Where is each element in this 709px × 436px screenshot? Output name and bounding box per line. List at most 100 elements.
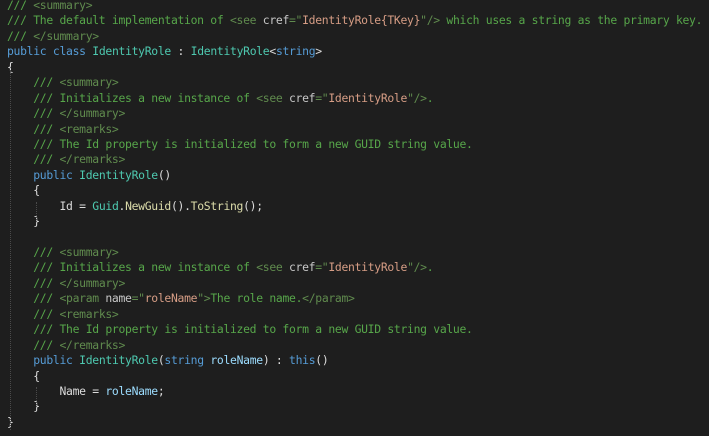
code-token-punct: > — [315, 44, 322, 59]
code-line[interactable]: } — [7, 214, 709, 229]
code-token-attr: cref — [289, 260, 316, 275]
code-token-comment: . — [426, 260, 434, 275]
code-text-area[interactable]: /// <summary>/// The default implementat… — [7, 0, 709, 430]
code-line[interactable]: /// </summary> — [7, 276, 709, 291]
code-line[interactable]: { — [7, 183, 709, 198]
code-token-type: Guid — [92, 198, 119, 213]
code-token-xmltag: =" — [289, 13, 303, 28]
code-token-comment: /// — [33, 152, 60, 167]
code-token-comment: /// — [33, 306, 60, 321]
code-token-comment: /// The default implementation of — [7, 13, 230, 28]
code-token-method: NewGuid — [125, 198, 171, 213]
code-line[interactable]: { — [7, 60, 709, 75]
code-token-attr: name — [105, 291, 132, 306]
code-token-param: roleName — [210, 353, 263, 368]
code-token-keyword: public — [33, 353, 73, 368]
code-token-type: IdentityRole — [79, 353, 158, 368]
code-token-attr: cref — [289, 90, 316, 105]
code-token-comment: /// — [33, 121, 60, 136]
code-token-comment: /// — [33, 245, 60, 259]
code-token-xmltag: <remarks> — [59, 121, 119, 136]
code-token-comment: /// The Id property is initialized to fo… — [33, 136, 473, 151]
code-token-xmltag: </summary> — [59, 275, 126, 290]
code-line[interactable]: /// </remarks> — [7, 338, 709, 353]
code-token-punct: { — [33, 368, 40, 383]
code-token-attrval: IdentityRole — [328, 260, 408, 275]
code-token-xmltag: </summary> — [59, 106, 126, 121]
code-line[interactable]: /// <remarks> — [7, 307, 709, 322]
code-token-type: IdentityRole — [79, 167, 158, 182]
code-line[interactable]: /// <summary> — [7, 0, 709, 13]
code-token-xmltag: "/> — [407, 90, 427, 105]
code-token-xmltag: "/> — [407, 260, 427, 275]
code-token-comment: which uses a string as the primary key. — [439, 13, 703, 28]
code-token-punct: () — [315, 353, 329, 368]
code-token-comment: /// Initializes a new instance of — [33, 260, 257, 275]
code-line[interactable]: /// The Id property is initialized to fo… — [7, 137, 709, 152]
code-line[interactable]: { — [7, 369, 709, 384]
code-line[interactable]: public IdentityRole() — [7, 168, 709, 183]
code-token-xmltag: <summary> — [59, 245, 119, 259]
code-editor[interactable]: /// <summary>/// The default implementat… — [0, 0, 709, 436]
code-line[interactable]: } — [7, 399, 709, 414]
code-token-keyword: string — [275, 44, 316, 59]
code-token-comment: . — [426, 90, 434, 105]
code-token-xmltag: <summary> — [33, 0, 93, 12]
indent-guide-ctor1-body — [36, 202, 37, 220]
code-line[interactable]: /// </remarks> — [7, 152, 709, 167]
code-token-comment: /// Initializes a new instance of — [33, 90, 257, 105]
code-token-comment: /// — [33, 337, 60, 352]
code-token-xmltag: <see — [256, 260, 289, 275]
code-token-xmltag: <see — [256, 90, 289, 105]
code-line[interactable]: public class IdentityRole : IdentityRole… — [7, 44, 709, 59]
code-line[interactable]: /// Initializes a new instance of <see c… — [7, 260, 709, 275]
code-token-punct: { — [33, 183, 40, 198]
code-token-comment: /// — [7, 0, 34, 12]
code-token-xmltag: </param> — [302, 291, 355, 306]
code-token-punct: ; — [157, 383, 165, 398]
code-token-comment: The role name. — [210, 291, 303, 306]
code-token-plain: : — [170, 44, 191, 59]
code-line[interactable]: /// <param name="roleName">The role name… — [7, 291, 709, 306]
code-line[interactable]: Id = Guid.NewGuid().ToString(); — [7, 199, 709, 214]
code-line[interactable]: /// <summary> — [7, 75, 709, 90]
code-token-keyword: this — [289, 353, 316, 368]
code-token-punct: ) : — [262, 353, 290, 368]
code-token-type: IdentityRole — [92, 44, 171, 59]
code-token-comment: /// — [33, 75, 60, 90]
code-token-comment: /// — [7, 28, 34, 43]
code-line[interactable]: /// Initializes a new instance of <see c… — [7, 91, 709, 106]
code-token-method: ToString — [190, 198, 244, 213]
code-token-plain: Id = — [7, 198, 93, 213]
code-token-attrval: roleName — [144, 291, 198, 306]
code-token-param: roleName — [105, 383, 158, 398]
code-token-xmltag: </remarks> — [59, 152, 126, 167]
code-line[interactable]: public IdentityRole(string roleName) : t… — [7, 353, 709, 368]
code-token-xmltag: "/> — [420, 13, 440, 28]
indent-guide-class-body — [10, 70, 11, 430]
code-token-xmltag: </remarks> — [59, 337, 126, 352]
code-token-attrval: IdentityRole — [328, 90, 408, 105]
code-line[interactable]: /// </summary> — [7, 106, 709, 121]
indent-guide-ctor2-body — [36, 387, 37, 405]
code-token-type: IdentityRole — [190, 44, 270, 59]
code-line[interactable]: /// <remarks> — [7, 122, 709, 137]
code-line[interactable] — [7, 230, 709, 245]
code-line[interactable]: /// </summary> — [7, 29, 709, 44]
code-line[interactable]: /// The default implementation of <see c… — [7, 13, 709, 28]
code-line[interactable]: /// The Id property is initialized to fo… — [7, 322, 709, 337]
code-token-xmltag: </summary> — [33, 28, 99, 43]
code-token-xmltag: <see — [229, 13, 263, 28]
code-token-xmltag: "> — [197, 291, 211, 306]
code-token-punct: (); — [243, 198, 263, 213]
code-token-keyword: class — [52, 44, 86, 59]
code-token-attr: cref — [262, 13, 290, 28]
code-line[interactable]: /// <summary> — [7, 245, 709, 260]
code-line[interactable]: Name = roleName; — [7, 384, 709, 399]
code-token-xmltag: <summary> — [59, 75, 119, 90]
code-token-keyword: string — [164, 353, 204, 368]
code-token-comment: /// The Id property is initialized to fo… — [33, 322, 473, 337]
code-token-xmltag: <remarks> — [59, 306, 119, 321]
code-line[interactable]: } — [7, 415, 709, 430]
code-token-comment: /// — [33, 106, 60, 121]
